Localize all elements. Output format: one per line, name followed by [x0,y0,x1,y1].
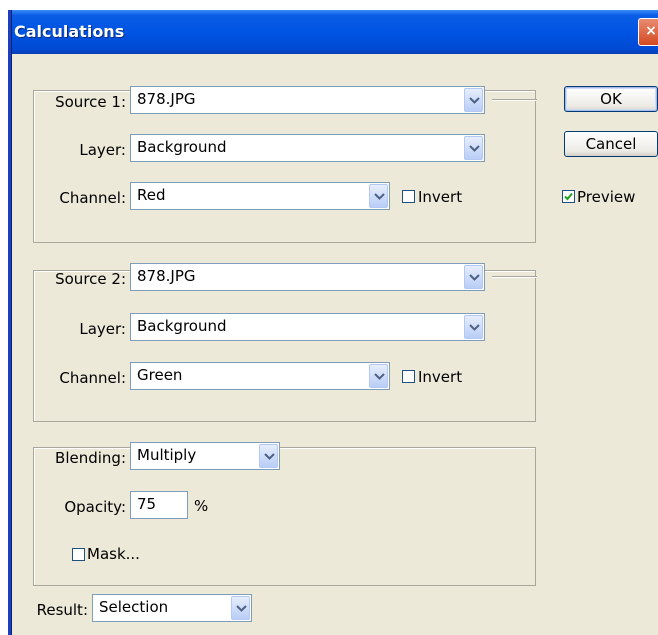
source1-invert-label[interactable]: Invert [418,187,462,207]
dialog-title: Calculations [14,22,125,41]
calculations-dialog: Calculations × Source 1: 878.JPG Layer: … [8,10,658,635]
blending-label: Blending: [55,449,126,467]
source1-invert-checkbox[interactable] [402,190,415,203]
source1-channel-select[interactable]: Red [130,182,390,210]
source2-value: 878.JPG [137,267,196,285]
chevron-down-icon[interactable] [231,596,250,620]
source1-layer-label: Layer: [79,141,126,159]
opacity-unit: % [194,497,209,515]
title-bar[interactable]: Calculations × [8,10,658,54]
source2-select[interactable]: 878.JPG [130,263,485,291]
blending-value: Multiply [137,446,197,464]
source2-group [33,270,536,422]
close-button[interactable]: × [638,18,658,46]
chevron-down-icon[interactable] [464,136,483,160]
source1-select[interactable]: 878.JPG [130,86,485,114]
source2-channel-label: Channel: [59,369,126,387]
preview-checkbox[interactable] [562,190,575,203]
source2-channel-value: Green [137,366,183,384]
source2-channel-select[interactable]: Green [130,362,390,390]
chevron-down-icon[interactable] [464,315,483,339]
blending-select[interactable]: Multiply [130,442,280,470]
source2-group-line [492,276,537,278]
chevron-down-icon[interactable] [369,184,388,208]
chevron-down-icon[interactable] [259,444,278,468]
opacity-value: 75 [137,495,157,513]
source2-label: Source 2: [55,270,126,288]
source2-layer-value: Background [137,317,227,335]
source1-layer-value: Background [137,138,227,156]
opacity-input[interactable]: 75 [130,491,188,519]
preview-label[interactable]: Preview [577,187,635,207]
source2-layer-label: Layer: [79,320,126,338]
source1-layer-select[interactable]: Background [130,134,485,162]
source2-invert-checkbox[interactable] [402,370,415,383]
chevron-down-icon[interactable] [464,88,483,112]
result-select[interactable]: Selection [92,594,252,622]
close-icon: × [645,23,657,39]
mask-checkbox[interactable] [72,548,85,561]
source2-layer-select[interactable]: Background [130,313,485,341]
ok-button[interactable]: OK [564,86,658,112]
source2-invert-label[interactable]: Invert [418,367,462,387]
result-label: Result: [36,601,88,619]
mask-label[interactable]: Mask... [87,544,140,564]
source1-channel-value: Red [137,186,166,204]
chevron-down-icon[interactable] [369,364,388,388]
source1-channel-label: Channel: [59,189,126,207]
window-frame [8,10,12,635]
source1-label: Source 1: [55,93,126,111]
result-value: Selection [99,598,169,616]
blending-group-line [288,447,534,449]
opacity-label: Opacity: [64,498,126,516]
cancel-button[interactable]: Cancel [564,131,658,157]
source1-group-line [492,99,537,101]
chevron-down-icon[interactable] [464,265,483,289]
checkmark-icon [564,192,573,201]
source1-value: 878.JPG [137,90,196,108]
